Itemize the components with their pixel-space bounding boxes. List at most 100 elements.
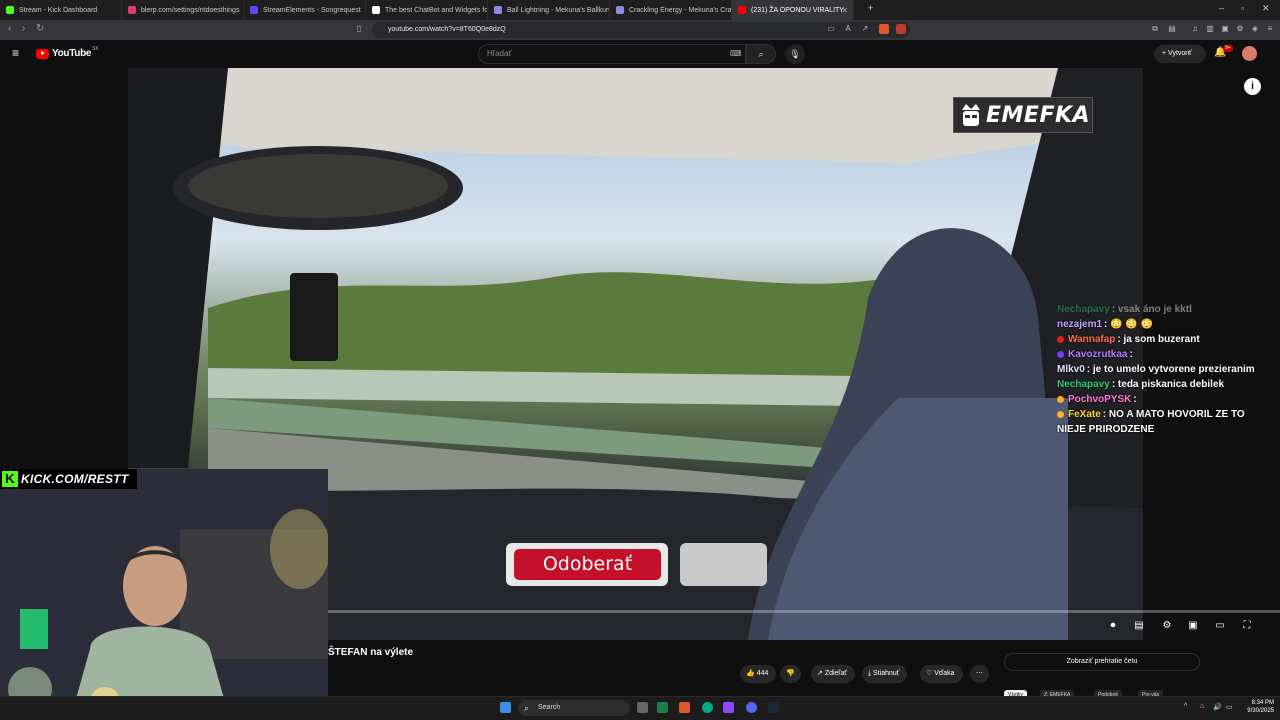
guide-menu-icon[interactable]: ≡ [12, 46, 19, 60]
tab-title: StreamElements - Songrequest [263, 6, 361, 14]
reload-icon[interactable]: ↻ [36, 23, 44, 34]
browser-tab[interactable]: StreamElements - Songrequest [244, 0, 366, 20]
autoplay-toggle[interactable]: ⏺ [1102, 619, 1124, 633]
maximize-icon[interactable]: ▫ [1241, 3, 1244, 13]
xbox-icon[interactable] [657, 702, 668, 713]
chat-text: : vsak áno je kktl [1111, 304, 1192, 315]
account-avatar[interactable] [1242, 46, 1257, 61]
tab-title: Stream - Kick Dashboard [19, 6, 98, 14]
kick-channel-tag: K KICK.COM/RESTT [0, 469, 137, 489]
create-label: Vytvoriť [1168, 50, 1192, 57]
sidebar-toggle-icon[interactable]: ▤ [1167, 24, 1177, 34]
bookmark-icon[interactable]: ▯ [354, 24, 364, 34]
taskbar-search[interactable]: ⌕ Search [518, 700, 630, 716]
volume-icon[interactable]: 🔊 [1213, 703, 1222, 711]
browser-tab-strip: Stream - Kick Dashboard blerp.com/setting… [0, 0, 1280, 20]
search-input[interactable]: Hľadať [478, 44, 746, 64]
media-icon[interactable]: ♫ [1190, 24, 1200, 34]
translate-icon[interactable]: A [843, 24, 853, 34]
search-icon: ⌕ [524, 703, 530, 713]
download-button[interactable]: ⤓ Stiahnuť [862, 665, 908, 683]
discord-icon[interactable] [746, 702, 757, 713]
tab-title: The best ChatBot and Widgets for Ki [385, 6, 488, 14]
download-label: Stiahnuť [873, 670, 900, 677]
tray-chevron-icon[interactable]: ^ [1184, 703, 1187, 710]
crowned-face-icon [962, 104, 980, 126]
subtitles-icon[interactable]: ▤ [1132, 619, 1146, 633]
youtube-logo[interactable]: YouTube SK [36, 45, 99, 59]
close-tab-icon[interactable]: ✕ [841, 6, 848, 15]
chat-badge-icon [1057, 410, 1064, 418]
create-button[interactable]: + Vytvoriť [1154, 45, 1206, 63]
browser-tab[interactable]: The best ChatBot and Widgets for Ki [366, 0, 488, 20]
new-tab-icon[interactable]: + [868, 3, 873, 13]
video-progress-bar[interactable] [328, 610, 1280, 613]
notification-badge: 9+ [1223, 45, 1233, 52]
dislike-button[interactable]: 👎 [780, 665, 801, 683]
chat-username: Nechapavy [1057, 304, 1110, 315]
like-count: 444 [756, 670, 769, 677]
brave-shield-icon[interactable] [879, 24, 889, 34]
extensions-icon[interactable]: ⧉ [1150, 24, 1160, 34]
taskbar-clock[interactable]: 8:34 PM 9/30/2025 [1240, 699, 1274, 715]
steam-icon[interactable] [768, 702, 779, 713]
voice-search-button[interactable]: 🎙 [785, 44, 805, 64]
cast-icon[interactable]: ▭ [826, 24, 836, 34]
share-page-icon[interactable]: ↗ [860, 24, 870, 34]
youtube-play-icon [36, 48, 49, 59]
battery-icon[interactable]: ▭ [1226, 703, 1233, 711]
chat-username: Mlkv0 [1057, 364, 1085, 375]
browser-tab[interactable]: Ball Lightning - Mekuna's Ballkuna [488, 0, 610, 20]
settings-hd-icon[interactable]: ⚙ [1160, 619, 1174, 633]
chat-username: PochvoPYSK [1068, 394, 1132, 405]
tab-title: blerp.com/settings/ntdoesthings [141, 6, 240, 14]
close-window-icon[interactable]: ✕ [1262, 3, 1270, 14]
chat-text: : teda piskanica debilek [1111, 379, 1225, 390]
tab-favicon-icon [494, 6, 502, 14]
start-icon[interactable] [500, 702, 511, 713]
brave-browser-icon[interactable] [679, 702, 690, 713]
like-button[interactable]: 👍 444 [740, 665, 777, 683]
chat-message: Wannafap: ja som buzerant [1057, 332, 1257, 347]
minimize-icon[interactable]: – [1219, 3, 1224, 13]
theater-mode-icon[interactable]: ▭ [1213, 619, 1227, 633]
browser-tab[interactable]: Crackling Energy - Mekuna's Crackun [610, 0, 732, 20]
chat-badge-icon [1057, 350, 1064, 358]
settings-icon[interactable]: ⚙ [1235, 24, 1245, 34]
task-view-icon[interactable] [637, 702, 648, 713]
tab-favicon-icon [616, 6, 624, 14]
info-icon[interactable]: i [1244, 78, 1261, 95]
browser-tab[interactable]: blerp.com/settings/ntdoesthings [122, 0, 244, 20]
chat-text: : je to umelo vytvorene prezieranim [1086, 364, 1255, 375]
browser-tab[interactable]: Stream - Kick Dashboard [0, 0, 122, 20]
keyboard-icon[interactable]: ⌨ [730, 49, 742, 58]
miniplayer-icon[interactable]: ▣ [1186, 619, 1200, 633]
network-icon[interactable]: ⌂ [1200, 703, 1204, 710]
chat-overlay: Nechapavy: vsak áno je kktl nezajem1: 😳 😳… [1057, 302, 1257, 437]
fullscreen-icon[interactable]: ⛶ [1240, 619, 1254, 633]
back-icon[interactable]: ‹ [8, 23, 11, 34]
taskbar-search-label: Search [538, 704, 561, 711]
wallet-icon[interactable]: ▣ [1220, 24, 1230, 34]
extension-icon[interactable] [896, 24, 906, 34]
thanks-button[interactable]: ♡ Vďaka [920, 665, 963, 683]
streamer-webcam-image [0, 469, 328, 720]
share-button[interactable]: ↗ Zdieľať [811, 665, 855, 683]
chrome-icon[interactable] [702, 702, 713, 713]
search-button[interactable]: ⌕ [746, 44, 776, 64]
panel-icon[interactable]: ▥ [1205, 24, 1215, 34]
chat-text: : [1133, 394, 1137, 405]
tab-favicon-icon [250, 6, 258, 14]
menu-icon[interactable]: ≡ [1265, 24, 1275, 34]
vpn-icon[interactable]: ◈ [1250, 24, 1260, 34]
tab-favicon-icon [128, 6, 136, 14]
microphone-icon: 🎙 [789, 49, 801, 59]
browser-tab[interactable]: (231) ŽA OPONOU VIRALITY ✕ [732, 0, 854, 20]
chat-message: Nechapavy: teda piskanica debilek [1057, 377, 1257, 392]
region-code: SK [92, 45, 99, 52]
twitch-icon[interactable] [723, 702, 734, 713]
chat-message: Nechapavy: vsak áno je kktl [1057, 302, 1257, 317]
forward-icon[interactable]: › [22, 23, 25, 34]
show-chat-replay-button[interactable]: Zobraziť prehratie četu [1004, 653, 1200, 671]
more-actions-button[interactable]: ⋯ [970, 665, 989, 683]
